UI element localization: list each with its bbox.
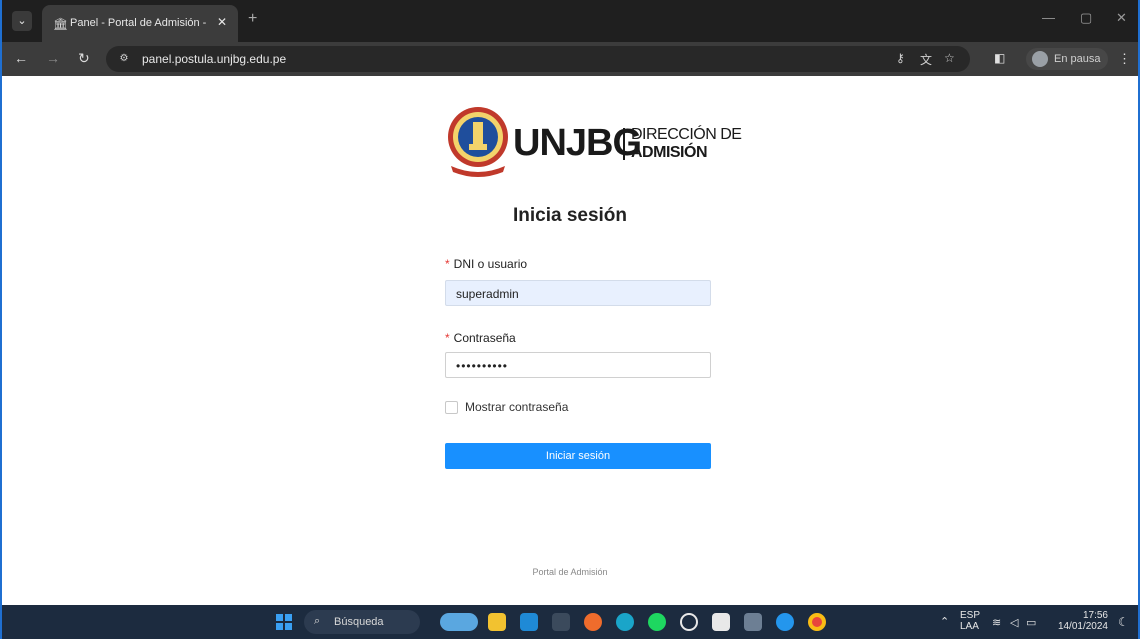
show-password-label[interactable]: Mostrar contraseña: [465, 400, 568, 414]
key-icon[interactable]: ⚷: [896, 51, 905, 65]
postman-icon[interactable]: [584, 613, 602, 631]
landmark-icon: 🏛: [53, 17, 69, 31]
avatar: [1032, 51, 1048, 67]
new-tab-icon[interactable]: +: [248, 10, 257, 28]
page-title: Inicia sesión: [512, 205, 628, 226]
password-label-text: Contraseña: [453, 331, 516, 345]
calculator-icon[interactable]: [744, 613, 762, 631]
show-password-checkbox[interactable]: [445, 401, 458, 414]
required-marker: *: [445, 257, 450, 271]
battery-icon[interactable]: ▭: [1026, 616, 1036, 629]
brand-subtitle-line2: ADMISIÓN: [631, 144, 708, 161]
clock[interactable]: 17:56 14/01/2024: [1048, 610, 1108, 632]
file-explorer-icon[interactable]: [488, 613, 506, 631]
browser-tab[interactable]: 🏛 Panel - Portal de Admisión - UN ✕: [42, 5, 238, 42]
more-menu-icon[interactable]: ⋮: [1118, 51, 1131, 67]
screen: ⌄ 🏛 Panel - Portal de Admisión - UN ✕ + …: [0, 0, 1140, 639]
copilot-icon[interactable]: [680, 613, 698, 631]
notifications-icon[interactable]: ☾: [1118, 615, 1129, 629]
volume-icon[interactable]: ◁: [1010, 616, 1018, 629]
username-label-text: DNI o usuario: [453, 257, 528, 271]
tab-search-dropdown-icon[interactable]: ⌄: [12, 11, 32, 31]
time-text: 17:56: [1082, 610, 1108, 621]
forward-icon[interactable]: →: [46, 50, 60, 66]
back-icon[interactable]: ←: [14, 50, 28, 66]
search-icon: ⌕: [314, 615, 321, 627]
docker-icon[interactable]: [776, 613, 794, 631]
restore-icon[interactable]: ▢: [1080, 10, 1092, 26]
edge-icon[interactable]: [616, 613, 634, 631]
translate-icon[interactable]: 文: [920, 51, 932, 68]
windows-taskbar: ⌕ Búsqueda ⌃ ESP LAA ≋ ◁ ▭ 17:56 14/01/2…: [2, 605, 1138, 639]
university-seal-icon: [448, 107, 508, 177]
address-bar[interactable]: ⚙ panel.postula.unjbg.edu.pe ⚷ 文 ☆: [106, 46, 970, 72]
username-label: * DNI o usuario: [445, 257, 527, 271]
windows-start-icon[interactable]: [276, 614, 292, 630]
reload-icon[interactable]: ↻: [78, 50, 90, 67]
date-text: 14/01/2024: [1057, 621, 1108, 632]
username-input[interactable]: superadmin: [445, 280, 711, 306]
unjbg-logo: UNJBG DIRECCIÓN DE ADMISIÓN: [445, 104, 745, 184]
taskbar-search[interactable]: ⌕ Búsqueda: [304, 610, 420, 634]
widgets-icon[interactable]: [440, 613, 478, 631]
browser-toolbar: ← → ↻ ⚙ panel.postula.unjbg.edu.pe ⚷ 文 ☆…: [2, 42, 1138, 76]
password-input[interactable]: ••••••••••: [445, 352, 711, 378]
url-text[interactable]: panel.postula.unjbg.edu.pe: [142, 52, 286, 66]
language-indicator[interactable]: ESP LAA: [960, 610, 980, 632]
brand-divider: [623, 128, 625, 160]
spotify-icon[interactable]: [648, 613, 666, 631]
language-code: ESP: [960, 610, 981, 621]
brand-subtitle-line1: DIRECCIÓN DE: [631, 126, 742, 143]
browser-tabstrip: ⌄ 🏛 Panel - Portal de Admisión - UN ✕ + …: [2, 0, 1138, 42]
close-window-icon[interactable]: ✕: [1116, 10, 1127, 26]
password-label: * Contraseña: [445, 331, 516, 345]
close-tab-icon[interactable]: ✕: [217, 15, 227, 29]
taskbar-search-label: Búsqueda: [334, 616, 384, 628]
profile-button[interactable]: En pausa: [1026, 48, 1108, 70]
side-panel-icon[interactable]: ◧: [994, 51, 1005, 65]
profile-label: En pausa: [1054, 53, 1101, 65]
chrome-icon[interactable]: [808, 613, 826, 631]
keyboard-layout: LAA: [960, 621, 979, 632]
site-info-icon[interactable]: ⚙: [116, 51, 132, 67]
brand-name: UNJBG: [513, 122, 642, 164]
minimize-icon[interactable]: —: [1042, 10, 1055, 25]
tray-expand-icon[interactable]: ⌃: [940, 615, 949, 628]
wifi-icon[interactable]: ≋: [992, 616, 1001, 629]
vscode-icon[interactable]: [520, 613, 538, 631]
login-button[interactable]: Iniciar sesión: [445, 443, 711, 469]
required-marker: *: [445, 331, 450, 345]
bookmark-star-icon[interactable]: ☆: [944, 51, 955, 65]
footer-text: Portal de Admisión: [532, 567, 608, 577]
login-page: UNJBG DIRECCIÓN DE ADMISIÓN Inicia sesió…: [2, 76, 1138, 605]
tab-title: Panel - Portal de Admisión - UN: [70, 17, 210, 29]
notion-icon[interactable]: [712, 613, 730, 631]
terminal-icon[interactable]: [552, 613, 570, 631]
